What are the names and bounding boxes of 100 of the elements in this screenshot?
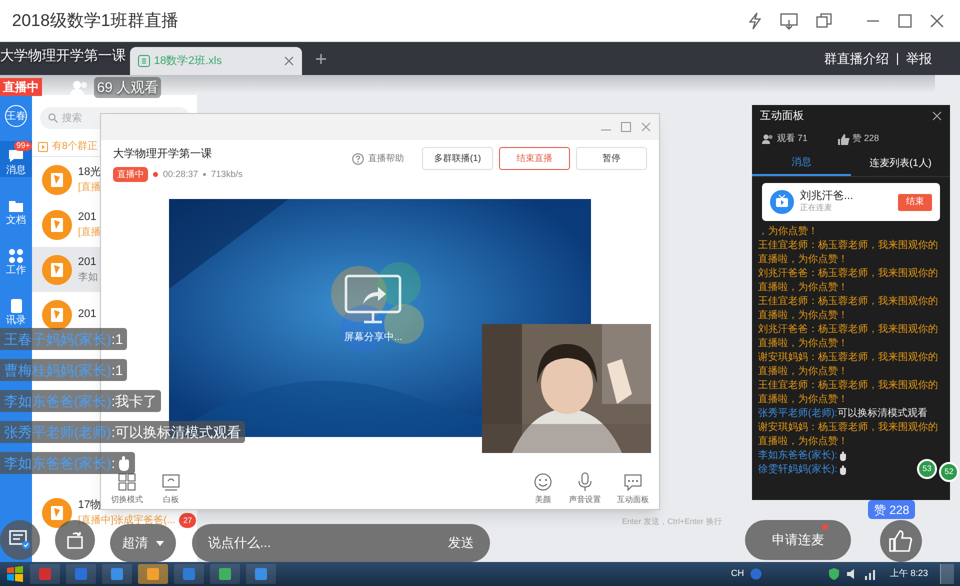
stream-title: 大学物理开学第一课 xyxy=(0,46,126,65)
chat-message: ，为你点赞！ xyxy=(758,225,819,239)
message-text: 可以换标清模式观看 xyxy=(837,407,928,421)
taskbar-app-button[interactable] xyxy=(210,564,240,584)
hand-icon xyxy=(117,455,132,471)
notice-text: 有8个群正 xyxy=(52,140,98,154)
close-icon[interactable] xyxy=(930,14,944,28)
spreadsheet-icon xyxy=(138,55,150,67)
checklist-icon xyxy=(9,530,31,550)
sender-name: 王春子妈妈(家长) xyxy=(4,330,112,349)
header-link[interactable]: 举报 xyxy=(906,49,932,68)
count-badge: 52 xyxy=(939,462,959,482)
input-hint: Enter 发送，Ctrl+Enter 换行 xyxy=(622,516,722,528)
tv-icon xyxy=(770,190,794,214)
chat-title: 17物 xyxy=(78,498,102,512)
bitrate-text: 713kb/s xyxy=(211,168,243,180)
chat-message: 谢安琪妈妈：杨玉蓉老师，我来围观你的直播啦，为你点赞！ xyxy=(758,421,939,449)
taskbar-app-button[interactable] xyxy=(174,564,204,584)
whiteboard-icon xyxy=(161,472,181,492)
toolbar-button[interactable]: 互动面板 xyxy=(617,472,649,506)
app-icon xyxy=(38,567,52,581)
chat-message: 谢安琪妈妈：杨玉蓉老师，我来围观你的直播啦，为你点赞！ xyxy=(758,351,939,379)
chat-icon xyxy=(623,472,643,492)
maximize-icon[interactable] xyxy=(621,122,631,132)
request-mic-button[interactable]: 申请连麦 xyxy=(745,520,851,560)
rotate-screen-icon xyxy=(65,530,85,550)
play-square-icon xyxy=(38,142,48,152)
toolbar-button[interactable]: 美颜 xyxy=(533,472,553,506)
chat-message: 王佳宜老师：杨玉蓉老师，我来围观你的直播啦，为你点赞！ xyxy=(758,239,939,267)
app-icon xyxy=(146,567,160,581)
search-icon xyxy=(48,113,58,123)
panel-tab[interactable]: 连麦列表(1人) xyxy=(851,151,950,176)
chat-title: 201 xyxy=(78,307,96,322)
people-icon xyxy=(762,134,774,144)
book-avatar-icon xyxy=(42,164,72,194)
live-badge: 直播中 xyxy=(113,166,148,182)
window-title: 2018级数学1班群直播 xyxy=(12,10,178,32)
sidebar-item[interactable]: 工作 xyxy=(0,241,32,277)
screen-icon[interactable] xyxy=(780,12,798,30)
lightning-icon[interactable] xyxy=(748,12,762,30)
help-link[interactable]: 直播帮助 xyxy=(352,152,404,166)
book-avatar-icon xyxy=(42,498,72,528)
app-icon xyxy=(218,567,232,581)
mic-user-name: 刘兆汗爸... xyxy=(800,190,854,202)
language-indicator[interactable]: CH xyxy=(730,567,744,581)
copy-icon[interactable] xyxy=(816,12,832,28)
taskbar-app-button[interactable] xyxy=(102,564,132,584)
sidebar-item[interactable]: 消息 99+ xyxy=(0,141,32,177)
like-button[interactable] xyxy=(880,520,922,562)
shield-icon[interactable] xyxy=(828,568,840,580)
thumbs-up-icon xyxy=(838,134,850,144)
book-avatar-icon xyxy=(42,210,72,240)
sender-name: 张秀平老师(老师) xyxy=(4,422,112,442)
close-icon[interactable] xyxy=(932,111,942,121)
chat-preview: [直播 xyxy=(78,180,101,194)
grid-icon xyxy=(117,472,137,492)
chat-message: 王佳宜老师：杨玉蓉老师，我来围观你的直播啦，为你点赞！ xyxy=(758,295,939,323)
app-icon xyxy=(74,567,88,581)
book-avatar-icon xyxy=(42,300,72,330)
live-badge: 直播中 xyxy=(0,78,42,96)
chat-message: 王佳宜老师：杨玉蓉老师，我来围观你的直播啦，为你点赞！ xyxy=(758,379,939,407)
plus-icon[interactable] xyxy=(315,53,327,65)
windows-logo-icon[interactable] xyxy=(6,565,24,583)
close-icon[interactable] xyxy=(284,56,294,66)
app-icon xyxy=(182,567,196,581)
action-button[interactable]: 多群联播(1) xyxy=(422,147,493,170)
like-count: 赞 228 xyxy=(868,500,916,519)
app-icon xyxy=(254,567,268,581)
show-desktop-button[interactable] xyxy=(940,564,954,584)
sender-name: 李如东爸爸(家长) xyxy=(4,392,112,411)
maximize-icon[interactable] xyxy=(898,14,912,28)
count-badge: 99+ xyxy=(14,141,32,151)
viewer-count: 69 人观看 xyxy=(94,77,162,98)
duration-text: 00:28:37 xyxy=(163,168,198,180)
sender-name: 曹梅桂妈妈(家长) xyxy=(4,360,112,380)
chat-icon xyxy=(7,147,25,165)
sidebar-item[interactable]: 文档 xyxy=(0,191,32,227)
network-icon[interactable] xyxy=(864,568,876,580)
comment-field[interactable]: 说点什么... 发送 xyxy=(192,524,490,562)
panel-tab[interactable]: 消息 xyxy=(752,151,851,176)
user-avatar[interactable]: 王春 xyxy=(5,105,27,127)
sender-name: 张秀平老师(老师): xyxy=(758,407,838,421)
send-button[interactable]: 发送 xyxy=(448,533,474,553)
end-button[interactable]: 结束 xyxy=(898,194,932,210)
taskbar-app-button[interactable] xyxy=(246,564,276,584)
chat-message: 刘兆汗爸爸：杨玉蓉老师，我来围观你的直播啦，为你点赞！ xyxy=(758,323,939,351)
message-text: :我卡了 xyxy=(111,392,158,410)
action-button[interactable]: 暂停 xyxy=(576,147,647,170)
thumbs-up-icon xyxy=(889,530,913,552)
sidebar-item[interactable]: 讯录 xyxy=(0,291,32,327)
toolbar-button[interactable]: 声音设置 xyxy=(569,472,601,506)
app-icon xyxy=(110,567,124,581)
chat-title: 201 xyxy=(78,254,96,270)
action-button[interactable]: 结束直播 xyxy=(499,147,570,170)
sender-name: 李如东爸爸(家长): xyxy=(758,449,838,463)
message-text: : xyxy=(111,454,116,472)
like-count: 赞 228 xyxy=(852,132,880,146)
chat-title: 201 xyxy=(78,210,96,224)
header-link[interactable]: 群直播介绍 xyxy=(824,49,889,68)
sender-name: 徐雯轩妈妈(家长): xyxy=(758,463,838,477)
